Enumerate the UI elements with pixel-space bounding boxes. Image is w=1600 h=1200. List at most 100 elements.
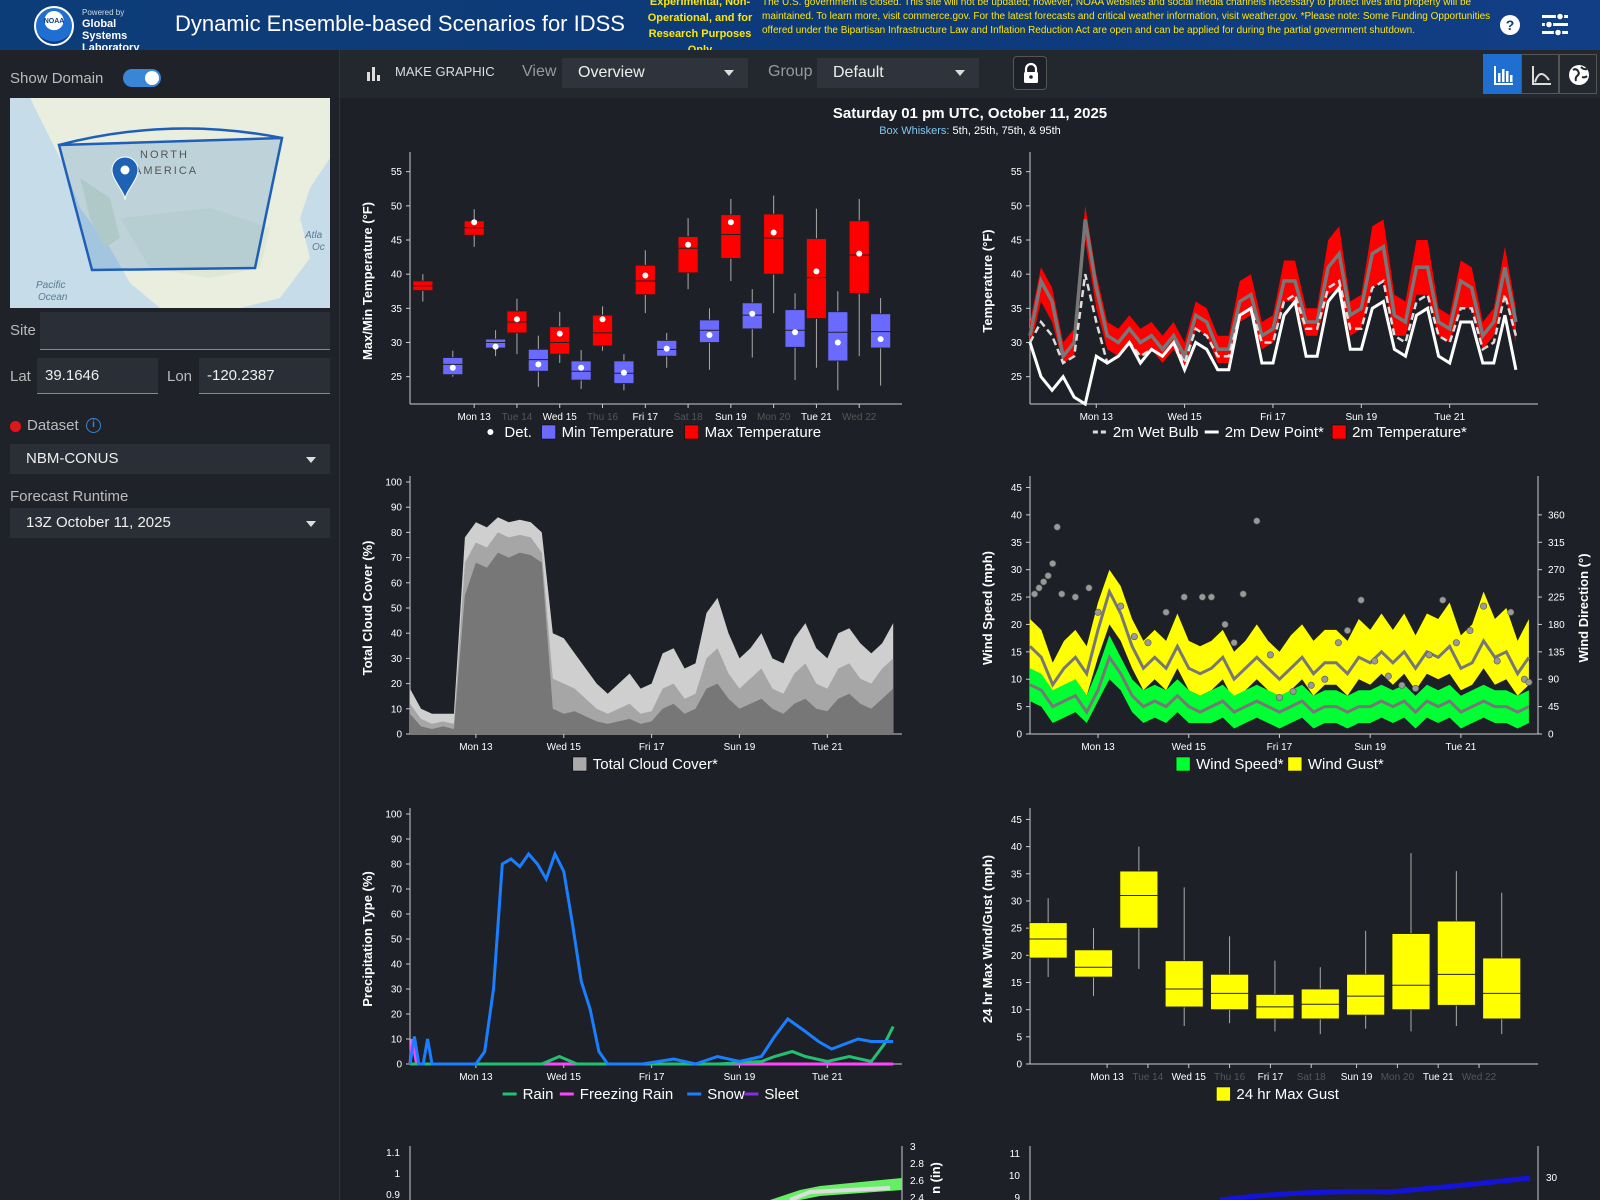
legend-item: Total Cloud Cover* <box>572 756 718 773</box>
wind-direction-point <box>1071 593 1079 601</box>
max-gust-chart[interactable]: 0 5 10 15 20 25 30 35 40 45 Mon 13 Tue 14 Wed 15 Thu … <box>980 808 1538 1103</box>
deterministic-point <box>471 219 478 226</box>
wind-direction-point <box>1040 578 1048 586</box>
line-chart-view-button[interactable] <box>1521 54 1559 94</box>
powered-by-label: Powered by <box>82 8 125 17</box>
precip-type-chart[interactable]: 0 10 20 30 40 50 60 70 80 90 100 Mon 13 Wed 15 Fri 17… <box>360 808 902 1103</box>
line-chart-icon <box>1532 66 1551 85</box>
wind-direction-point <box>1334 639 1342 647</box>
wind-direction-point <box>1266 651 1274 659</box>
x-tick-label: Fri 17 <box>1260 412 1286 423</box>
y-tick-label: 50 <box>391 201 403 212</box>
x-tick-label: Wed 15 <box>547 742 582 753</box>
box-plot <box>870 298 892 386</box>
box-plot <box>613 354 635 391</box>
precip-accumulation-chart[interactable]: 0.9 1 1.1 2.4 2.6 2.8 3 n (in) <box>386 1142 943 1200</box>
deterministic-point <box>877 336 884 343</box>
runtime-select[interactable]: 13Z October 11, 2025 <box>10 508 330 538</box>
app-title: Dynamic Ensemble-based Scenarios for IDS… <box>175 11 625 36</box>
y-tick-label: 45 <box>1011 236 1023 247</box>
map-view-button[interactable] <box>1559 54 1597 94</box>
deterministic-point <box>578 364 585 371</box>
box-plot <box>656 332 678 368</box>
box-plot <box>1119 846 1159 969</box>
wind-direction-point <box>1085 584 1093 592</box>
legend-label: Det. <box>504 424 532 441</box>
y-tick-label: 0 <box>1016 730 1022 741</box>
y-tick-label: 11 <box>1010 1149 1021 1160</box>
make-graphic-button[interactable]: MAKE GRAPHIC <box>395 64 495 79</box>
wind-direction-point <box>1384 672 1392 680</box>
y-tick-label: 30 <box>391 338 403 349</box>
deterministic-point <box>834 339 841 346</box>
lon-input[interactable] <box>199 358 330 394</box>
x-tick-label: Mon 13 <box>1080 412 1114 423</box>
site-input[interactable] <box>40 312 330 350</box>
y-tick-label: 35 <box>391 304 403 315</box>
info-icon[interactable]: i <box>86 418 101 433</box>
maxmin-temperature-chart[interactable]: 25 30 35 40 45 50 55 Mon 13 Tue 14 Wed 15 Thu 16 Fr… <box>360 152 902 441</box>
snow-accumulation-chart[interactable]: 9 10 11 30 <box>1009 1146 1558 1200</box>
box-plot <box>763 195 785 314</box>
legend-item: 2m Dew Point* <box>1204 424 1324 441</box>
x-tick-label: Wed 15 <box>1172 742 1207 753</box>
settings-sliders-icon[interactable] <box>1540 12 1570 38</box>
site-label: Site <box>10 322 36 339</box>
view-select[interactable]: Overview <box>562 58 748 88</box>
x-tick-label: Mon 20 <box>757 412 791 423</box>
group-label: Group <box>768 63 813 80</box>
legend-label: 2m Wet Bulb <box>1113 424 1199 441</box>
noaa-logo[interactable]: NOAA <box>34 6 74 46</box>
legend-item: Sleet <box>744 1086 799 1103</box>
map-label-north: NORTH <box>140 149 189 161</box>
box-plot <box>1074 928 1113 997</box>
y-tick-label: 90 <box>391 503 403 514</box>
box-iqr <box>1436 920 1476 1006</box>
bar-chart-icon <box>367 67 381 81</box>
bar-chart-view-button[interactable] <box>1483 54 1521 94</box>
y2-tick-label: 315 <box>1548 538 1565 549</box>
cloud-cover-chart[interactable]: 0 10 20 30 40 50 60 70 80 90 100 Mon 13 Wed 15 Fri 17… <box>360 476 902 773</box>
y2-tick-label: 360 <box>1548 510 1565 521</box>
temperature-chart[interactable]: 25 30 35 40 45 50 55 Mon 13 Wed 15 Fri 17 Sun 19 Tu… <box>980 152 1538 441</box>
show-domain-label: Show Domain <box>10 70 104 87</box>
group-select[interactable]: Default <box>817 58 979 88</box>
y-tick-label: 60 <box>391 578 403 589</box>
box-plot <box>806 208 827 368</box>
x-tick-label: Tue 14 <box>502 412 533 423</box>
domain-map[interactable]: NORTH AMERICA Pacific Ocean Atla Oc <box>10 98 330 308</box>
legend-item: 24 hr Max Gust <box>1216 1086 1340 1103</box>
y-tick-label: 15 <box>1011 978 1023 989</box>
y-tick-label: 20 <box>1011 951 1023 962</box>
box-iqr <box>763 213 785 275</box>
help-button[interactable]: ? <box>1500 15 1520 35</box>
deterministic-point <box>685 241 692 248</box>
y-axis-label: 24 hr Max Wind/Gust (mph) <box>980 855 995 1023</box>
box-plot <box>699 308 720 370</box>
y-tick-label: 25 <box>391 372 403 383</box>
x-tick-label: Tue 14 <box>1133 1072 1164 1083</box>
wind-direction-point <box>1507 608 1515 616</box>
wind-direction-point <box>1412 684 1420 692</box>
wind-direction-point <box>1035 584 1043 592</box>
y-tick-label: 45 <box>391 236 403 247</box>
y-tick-label: 1.1 <box>386 1148 400 1159</box>
box-iqr <box>1391 933 1431 1011</box>
wind-direction-point <box>1053 523 1061 531</box>
legend-label: Min Temperature <box>562 424 674 441</box>
experimental-notice: Experimental, Non-Operational, and for R… <box>647 0 753 50</box>
box-plot <box>1300 967 1340 1035</box>
dataset-select[interactable]: NBM-CONUS <box>10 444 330 474</box>
x-tick-label: Wed 15 <box>543 412 578 423</box>
box-plot <box>1436 871 1476 1026</box>
x-tick-label: Tue 21 <box>1446 742 1477 753</box>
show-domain-toggle[interactable] <box>123 69 161 87</box>
legend-label: 24 hr Max Gust <box>1236 1086 1339 1103</box>
lock-button[interactable] <box>1013 56 1047 90</box>
box-iqr <box>870 313 892 349</box>
lab-name: Global Systems Laboratory <box>82 18 140 54</box>
wind-speed-chart[interactable]: 0 5 10 15 20 25 30 35 40 45 Mon 13 Wed 15 Fri 17 Sun … <box>980 476 1591 773</box>
box-plot <box>527 335 549 387</box>
lat-input[interactable] <box>37 358 158 394</box>
legend-label: Wind Speed* <box>1196 756 1284 773</box>
